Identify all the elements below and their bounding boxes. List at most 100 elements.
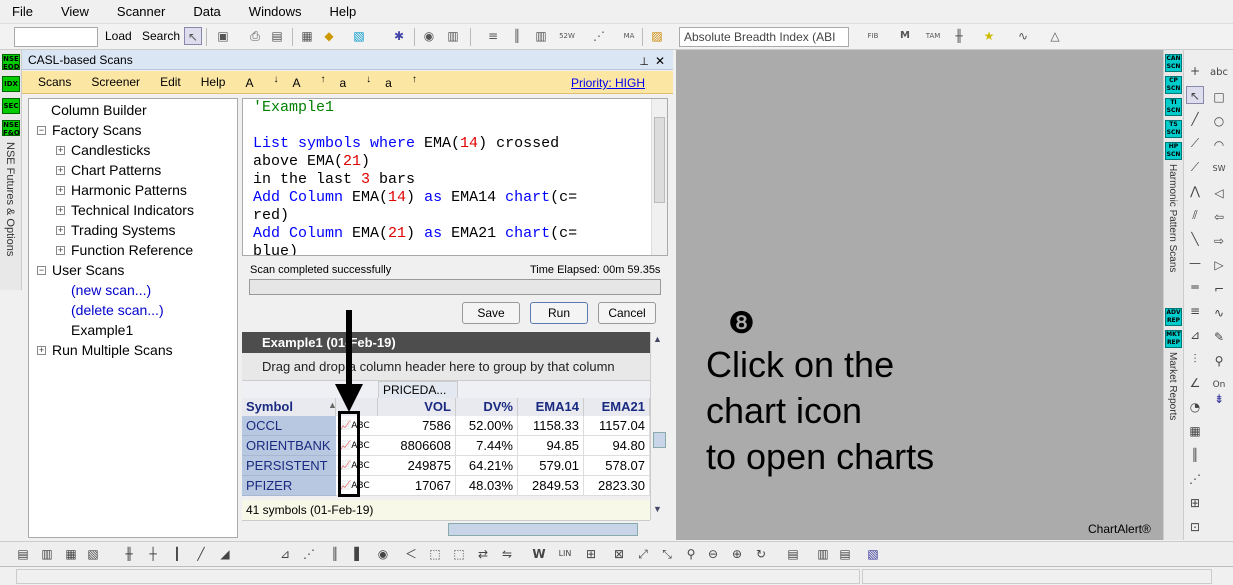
shrink-icon[interactable]: ⤡ [658, 545, 676, 563]
fib-icon[interactable]: ≡ [1186, 302, 1204, 320]
expand-icon[interactable]: + [56, 226, 65, 235]
ts-scn-badge[interactable]: TS SCN [1165, 120, 1182, 138]
wave-tool-icon[interactable]: ∿ [1210, 304, 1228, 322]
scan-menu-edit[interactable]: Edit [160, 75, 181, 89]
diamond-icon[interactable]: ◆ [320, 27, 338, 45]
gridlines-icon[interactable]: ⊞ [582, 545, 600, 563]
report-icon[interactable]: ▤ [784, 545, 802, 563]
table-row-symbol[interactable]: OCCL [242, 416, 336, 436]
expand-icon[interactable]: + [56, 246, 65, 255]
scroll-thumb[interactable] [654, 117, 665, 203]
chart-icon[interactable]: ▦ [298, 27, 316, 45]
pattern-icon[interactable]: △ [1046, 27, 1064, 45]
zoom-rect-icon[interactable]: ⬚ [426, 545, 444, 563]
tree-technical-indicators[interactable]: + Technical Indicators [56, 202, 194, 218]
series3-icon[interactable]: ▦ [62, 545, 80, 563]
arc-icon[interactable]: ◠ [1210, 136, 1228, 154]
tree-chart-patterns[interactable]: + Chart Patterns [56, 162, 161, 178]
volume-icon[interactable]: ║ [326, 545, 344, 563]
harmonic-scans-label[interactable]: Harmonic Pattern Scans [1167, 164, 1178, 272]
ma-icon[interactable]: MA [620, 27, 638, 45]
col-ema14[interactable]: EMA14 [518, 398, 584, 416]
arrow-right2-icon[interactable]: ▷ [1210, 256, 1228, 274]
cycle-icon[interactable]: ║ [1186, 446, 1204, 464]
adv-rep-badge[interactable]: ADV REP [1165, 308, 1182, 326]
tree-user-scans[interactable]: − User Scans [37, 262, 124, 278]
grid-scrollbar[interactable]: ▲ ▼ [650, 332, 668, 520]
font-increase-button[interactable]: A ↑ [292, 74, 325, 90]
pivot-icon[interactable]: M [896, 27, 914, 45]
grid-pattern-icon[interactable]: ⊞ [1186, 494, 1204, 512]
scroll-up-icon[interactable]: ▲ [653, 334, 662, 344]
collapse-icon[interactable]: − [37, 126, 46, 135]
editor-scrollbar[interactable] [651, 99, 667, 255]
angle-icon[interactable]: ∠ [1186, 374, 1204, 392]
gann-icon[interactable]: ⊿ [1186, 326, 1204, 344]
zoom-out-icon[interactable]: ⊖ [704, 545, 722, 563]
nse-eod-badge[interactable]: NSE EOD [2, 54, 20, 71]
arrow-right-icon[interactable]: ⇨ [1210, 232, 1228, 250]
candles-icon[interactable]: ╫ [950, 27, 968, 45]
priority-link[interactable]: Priority: HIGH [571, 76, 645, 90]
tree-factory-scans[interactable]: − Factory Scans [37, 122, 141, 138]
menu-file[interactable]: File [8, 4, 37, 19]
menu-view[interactable]: View [57, 4, 93, 19]
volume2-icon[interactable]: ▌ [350, 545, 368, 563]
pin-icon[interactable]: ⊥ [639, 52, 649, 72]
area-chart-icon[interactable]: ◢ [216, 545, 234, 563]
refresh-icon[interactable]: ↻ [752, 545, 770, 563]
arrow-upleft-icon[interactable]: ⇦ [1210, 208, 1228, 226]
expand-icon[interactable]: + [56, 206, 65, 215]
line-icon[interactable]: ╱ [1186, 110, 1204, 128]
chart-area[interactable]: ❽ Click on the chart icon to open charts… [676, 50, 1163, 540]
scan-menu-screener[interactable]: Screener [91, 75, 140, 89]
notes-icon[interactable]: ▥ [814, 545, 832, 563]
col-dv[interactable]: DV% [456, 398, 518, 416]
group-by-area[interactable]: Drag and drop a column header here to gr… [242, 353, 650, 381]
series2-icon[interactable]: ▥ [38, 545, 56, 563]
hp-scn-badge[interactable]: HP SCN [1165, 142, 1182, 160]
tree-function-reference[interactable]: + Function Reference [56, 242, 193, 258]
prev-icon[interactable]: ＜ [402, 545, 420, 563]
overlay-icon[interactable]: ◉ [374, 545, 392, 563]
pointer-icon[interactable]: ↖ [1186, 86, 1204, 104]
mkt-rep-badge[interactable]: MKT REP [1165, 330, 1182, 348]
idx-badge[interactable]: IDX [2, 76, 20, 92]
pointer-tool-icon[interactable]: ↖ [184, 27, 202, 45]
52w-icon[interactable]: 52W [558, 27, 576, 45]
expand-icon[interactable]: ⤢ [634, 545, 652, 563]
menu-help[interactable]: Help [326, 4, 361, 19]
cancel-button[interactable]: Cancel [598, 302, 656, 324]
pin-tool-icon[interactable]: ⚲ [1210, 352, 1228, 370]
band-header-priceda[interactable]: PRICEDA... [378, 381, 458, 399]
symbol-input[interactable] [14, 27, 98, 47]
col-symbol[interactable]: Symbol [242, 398, 336, 416]
compare2-icon[interactable]: ⇋ [498, 545, 516, 563]
lines-icon[interactable]: ≡ [484, 27, 502, 45]
tree-example1[interactable]: Example1 [71, 322, 133, 338]
series-icon[interactable]: ▤ [14, 545, 32, 563]
ray-icon[interactable]: ⟋ [1186, 158, 1204, 176]
fan-icon[interactable]: ⫶ [1186, 350, 1204, 368]
menu-windows[interactable]: Windows [245, 4, 306, 19]
scan-menu-help[interactable]: Help [201, 75, 226, 89]
font-decrease-button[interactable]: A ↓ [245, 74, 278, 90]
page-icon[interactable]: ▥ [444, 27, 462, 45]
swing-icon[interactable]: SW [1210, 160, 1228, 178]
market-reports-label[interactable]: Market Reports [1167, 352, 1178, 420]
text-tool-icon[interactable]: abc [1210, 64, 1228, 82]
bracket-icon[interactable]: ⌐ [1210, 280, 1228, 298]
columns-icon[interactable]: ▥ [532, 27, 550, 45]
nse-fno-badge[interactable]: NSE F&O [2, 120, 20, 137]
tree-delete-scan[interactable]: (delete scan...) [71, 302, 164, 318]
scan-icon[interactable]: ▧ [864, 545, 882, 563]
rr-tool-icon[interactable]: ⇟ [1210, 390, 1228, 408]
tree-harmonic-patterns[interactable]: + Harmonic Patterns [56, 182, 187, 198]
trend-icon[interactable]: ⋰ [590, 27, 608, 45]
tree-candlesticks[interactable]: + Candlesticks [56, 142, 150, 158]
scan-menu-scans[interactable]: Scans [38, 75, 71, 89]
tree-trading-systems[interactable]: + Trading Systems [56, 222, 176, 238]
expand-icon[interactable]: + [56, 166, 65, 175]
star-icon[interactable]: ★ [980, 27, 998, 45]
ohlc-icon[interactable]: ╫ [120, 545, 138, 563]
